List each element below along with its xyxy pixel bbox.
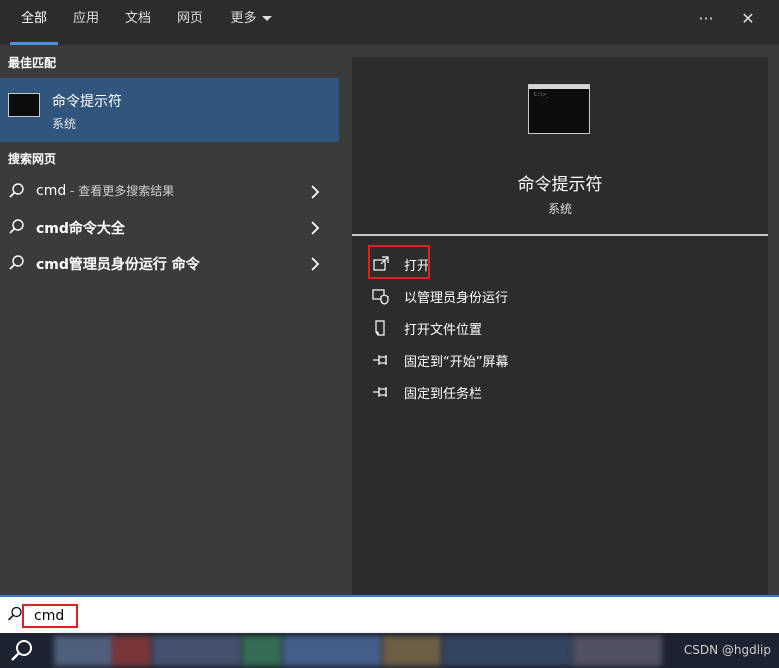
web-result-text: cmd - 查看更多搜索结果 bbox=[36, 182, 174, 199]
blurred-taskbar-apps bbox=[152, 636, 242, 666]
terminal-titlebar bbox=[529, 85, 589, 89]
pin-icon bbox=[373, 355, 387, 365]
open-file-location-action[interactable]: 打开文件位置 bbox=[372, 314, 752, 342]
pin-to-start-label: 固定到“开始”屏幕 bbox=[404, 355, 509, 370]
blurred-taskbar-apps bbox=[382, 636, 442, 666]
shield-icon bbox=[372, 289, 389, 305]
blurred-taskbar-apps bbox=[112, 636, 152, 666]
search-input[interactable] bbox=[22, 604, 78, 628]
terminal-prompt: C:\>_ bbox=[534, 92, 550, 98]
search-icon bbox=[8, 606, 22, 621]
best-match-item[interactable]: 命令提示符 系统 bbox=[0, 78, 339, 142]
best-match-subtitle: 系统 bbox=[52, 117, 77, 131]
web-result-item[interactable]: cmd命令大全 bbox=[0, 212, 339, 244]
tab-all[interactable]: 全部 bbox=[10, 0, 58, 45]
preview-panel: C:\>_ 命令提示符 系统 打开 以管理员身份运行 打开文件位置 固定到“开始… bbox=[340, 45, 779, 595]
web-result-item[interactable]: cmd - 查看更多搜索结果 bbox=[0, 176, 339, 208]
tab-web[interactable]: 网页 bbox=[166, 0, 214, 45]
search-icon bbox=[9, 219, 24, 234]
divider bbox=[352, 234, 768, 236]
web-result-query: cmd管理员身份运行 命令 bbox=[36, 257, 200, 273]
run-as-admin-action[interactable]: 以管理员身份运行 bbox=[372, 282, 752, 310]
terminal-icon: C:\>_ bbox=[528, 84, 590, 134]
search-bar bbox=[0, 595, 779, 633]
top-tab-bar: 全部 应用 文档 网页 更多 ··· ✕ bbox=[0, 0, 779, 45]
chevron-right-icon bbox=[311, 185, 320, 199]
search-icon bbox=[9, 255, 24, 270]
best-match-title: 命令提示符 bbox=[52, 94, 122, 110]
tab-apps-label: 应用 bbox=[72, 11, 99, 26]
chevron-right-icon bbox=[311, 257, 320, 271]
terminal-icon bbox=[8, 93, 40, 117]
web-result-query: cmd命令大全 bbox=[36, 221, 125, 237]
tab-apps[interactable]: 应用 bbox=[62, 0, 110, 45]
tab-documents-label: 文档 bbox=[124, 11, 151, 26]
preview-title: 命令提示符 bbox=[517, 175, 603, 195]
taskbar: CSDN @hgdlip bbox=[0, 633, 779, 668]
pin-to-start-action[interactable]: 固定到“开始”屏幕 bbox=[372, 346, 752, 374]
more-options-icon[interactable]: ··· bbox=[693, 6, 719, 32]
web-search-heading: 搜索网页 bbox=[8, 152, 57, 166]
run-as-admin-label: 以管理员身份运行 bbox=[404, 291, 509, 306]
blurred-taskbar-apps bbox=[54, 636, 114, 666]
tab-all-label: 全部 bbox=[20, 11, 47, 26]
blurred-taskbar-apps bbox=[282, 636, 382, 666]
results-panel: 最佳匹配 命令提示符 系统 搜索网页 cmd - 查看更多搜索结果 cmd命令大… bbox=[0, 45, 339, 595]
open-file-location-label: 打开文件位置 bbox=[404, 323, 483, 338]
tab-documents[interactable]: 文档 bbox=[114, 0, 162, 45]
web-result-text: cmd命令大全 bbox=[36, 218, 125, 238]
tab-more[interactable]: 更多 bbox=[222, 0, 280, 45]
file-location-icon bbox=[375, 320, 385, 336]
watermark: CSDN @hgdlip bbox=[683, 643, 771, 657]
blurred-taskbar-apps bbox=[442, 636, 572, 666]
preview-card: C:\>_ 命令提示符 系统 打开 以管理员身份运行 打开文件位置 固定到“开始… bbox=[352, 57, 768, 595]
search-icon bbox=[9, 183, 24, 198]
web-result-query: cmd bbox=[36, 183, 67, 199]
pin-icon bbox=[373, 387, 387, 397]
web-result-suffix: - 查看更多搜索结果 bbox=[66, 184, 175, 198]
chevron-down-icon bbox=[261, 16, 272, 21]
highlight-box bbox=[368, 245, 430, 279]
tab-web-label: 网页 bbox=[176, 11, 203, 26]
preview-subtitle: 系统 bbox=[547, 202, 572, 216]
chevron-right-icon bbox=[311, 221, 320, 235]
tab-more-label: 更多 bbox=[230, 11, 257, 26]
close-icon[interactable]: ✕ bbox=[735, 6, 761, 32]
pin-to-taskbar-label: 固定到任务栏 bbox=[404, 387, 483, 402]
pin-to-taskbar-action[interactable]: 固定到任务栏 bbox=[372, 378, 752, 406]
web-result-text: cmd管理员身份运行 命令 bbox=[36, 254, 200, 274]
web-result-item[interactable]: cmd管理员身份运行 命令 bbox=[0, 248, 339, 280]
best-match-heading: 最佳匹配 bbox=[8, 56, 57, 70]
blurred-taskbar-apps bbox=[242, 636, 282, 666]
blurred-taskbar-apps bbox=[572, 636, 662, 666]
search-icon[interactable] bbox=[0, 633, 44, 668]
